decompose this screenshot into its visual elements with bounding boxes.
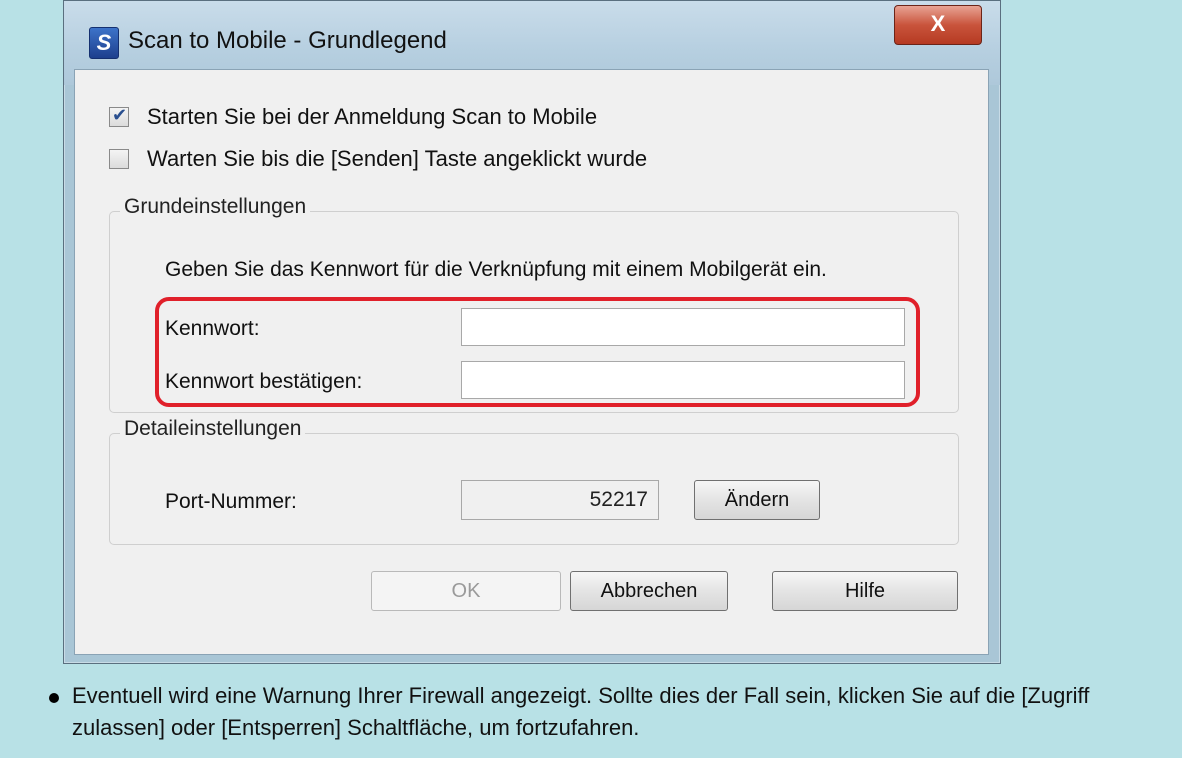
start-at-login-option[interactable]: Starten Sie bei der Anmeldung Scan to Mo… xyxy=(109,104,597,130)
basic-settings-legend: Grundeinstellungen xyxy=(120,195,311,219)
close-button[interactable]: X xyxy=(894,5,982,45)
wait-for-send-checkbox[interactable] xyxy=(109,149,129,169)
password-highlight-frame xyxy=(155,297,920,407)
firewall-note: Eventuell wird eine Warnung Ihrer Firewa… xyxy=(72,683,1090,740)
start-at-login-checkbox[interactable] xyxy=(109,105,129,127)
window-title: Scan to Mobile - Grundlegend xyxy=(128,27,447,54)
port-label: Port-Nummer: xyxy=(165,490,297,513)
detail-settings-legend: Detaileinstellungen xyxy=(120,417,306,441)
password-instruction: Geben Sie das Kennwort für die Verknüpfu… xyxy=(165,258,827,281)
note-bullet xyxy=(49,693,59,703)
wait-for-send-option[interactable]: Warten Sie bis die [Senden] Taste angekl… xyxy=(109,146,647,172)
cancel-button[interactable]: Abbrechen xyxy=(570,571,728,611)
port-number-field: 52217 xyxy=(461,480,659,520)
start-at-login-label: Starten Sie bei der Anmeldung Scan to Mo… xyxy=(147,104,598,129)
scansnap-app-icon: S xyxy=(89,27,119,59)
wait-for-send-label: Warten Sie bis die [Senden] Taste angekl… xyxy=(147,146,648,171)
help-button[interactable]: Hilfe xyxy=(772,571,958,611)
ok-button[interactable]: OK xyxy=(371,571,561,611)
scan-to-mobile-dialog: S Scan to Mobile - Grundlegend X Starten… xyxy=(63,0,1001,664)
dialog-client-area: Starten Sie bei der Anmeldung Scan to Mo… xyxy=(74,69,989,655)
change-port-button[interactable]: Ändern xyxy=(694,480,820,520)
